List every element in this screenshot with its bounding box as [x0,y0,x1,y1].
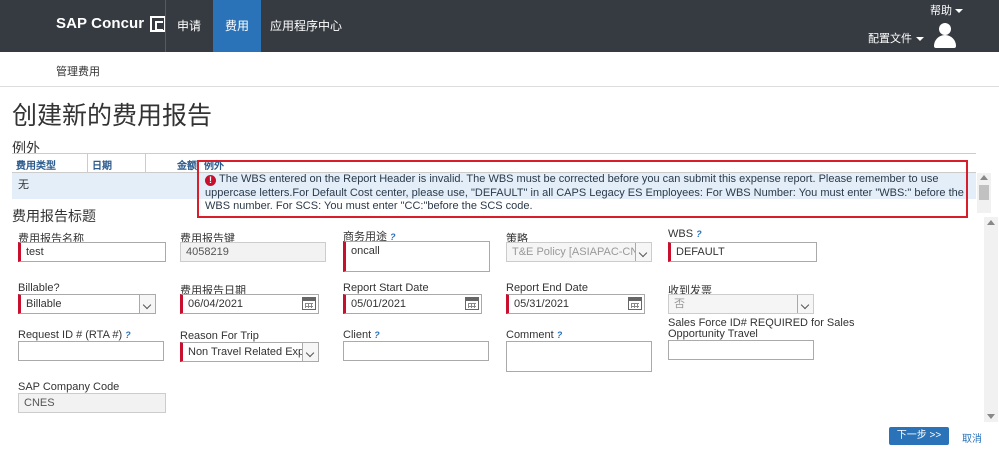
start-date-input[interactable]: 05/01/2021 [343,294,482,314]
help-icon[interactable]: ? [374,330,380,340]
billable-value: Billable [26,298,62,310]
receipt-value: 否 [674,298,685,310]
billable-select[interactable]: Billable [18,294,156,314]
sales-force-input[interactable] [668,340,814,360]
chevron-down-icon [797,295,813,313]
top-nav-bar: SAP Concur 申请 费用 应用程序中心 帮助 配置文件 [0,0,999,52]
comment-input[interactable] [506,341,652,372]
reason-label: Reason For Trip [180,330,259,342]
help-icon[interactable]: ? [125,330,131,340]
business-purpose-input[interactable]: oncall [343,241,490,272]
start-date-value: 05/01/2021 [351,298,407,310]
profile-menu[interactable]: 配置文件 [868,30,924,46]
chevron-down-icon [302,343,318,361]
form-scrollbar[interactable] [984,217,998,422]
comment-label: Comment? [506,329,562,341]
manage-expenses-link[interactable]: 管理费用 [56,63,100,79]
scroll-up-icon[interactable] [987,220,995,225]
sub-nav: 管理费用 [0,52,999,87]
report-name-input[interactable]: test [18,242,166,262]
receipt-select[interactable]: 否 [668,294,814,314]
highlight-box [197,160,968,218]
wbs-input[interactable]: DEFAULT [668,242,817,262]
user-avatar-icon[interactable] [933,23,957,49]
page-title: 创建新的费用报告 [12,102,213,130]
calendar-icon[interactable] [465,297,479,310]
col-amount[interactable]: 金额 [177,157,197,172]
scroll-down-icon[interactable] [987,414,995,419]
wbs-label: WBS? [668,228,702,240]
report-date-value: 06/04/2021 [188,298,244,310]
company-code-label: SAP Company Code [18,381,120,393]
brand-name: SAP Concur [56,15,145,32]
client-input[interactable] [343,341,489,361]
wbs-label-text: WBS [668,228,694,240]
reason-select[interactable]: Non Travel Related Expen [180,342,319,362]
scroll-up-icon[interactable] [980,175,988,180]
help-menu[interactable]: 帮助 [930,2,963,18]
end-date-input[interactable]: 05/31/2021 [506,294,645,314]
start-date-label: Report Start Date [343,282,429,294]
sap-concur-logo[interactable]: SAP Concur [56,15,167,32]
tab-requests[interactable]: 申请 [166,0,212,52]
col-date[interactable]: 日期 [92,157,112,172]
sales-force-label-line2: Opportunity Travel [668,328,758,340]
tab-app-center[interactable]: 应用程序中心 [262,0,350,52]
comment-label-text: Comment [506,329,554,341]
policy-value: T&E Policy [ASIAPAC-CN] [512,246,642,258]
help-icon[interactable]: ? [696,229,702,239]
reason-value: Non Travel Related Expen [188,346,317,358]
chevron-down-icon [139,295,155,313]
policy-select[interactable]: T&E Policy [ASIAPAC-CN] [506,242,652,262]
exceptions-scrollbar[interactable] [977,173,991,213]
col-divider [145,154,146,172]
col-divider [87,154,88,172]
scroll-thumb[interactable] [979,185,989,200]
end-date-value: 05/31/2021 [514,298,570,310]
client-label: Client? [343,329,380,341]
request-id-input[interactable] [18,341,164,361]
chevron-down-icon [635,243,651,261]
report-header-heading: 费用报告标题 [12,208,96,224]
next-button[interactable]: 下一步 >> [889,427,949,445]
concur-logo-icon [150,15,167,32]
cancel-link[interactable]: 取消 [962,430,982,445]
report-key-field: 4058219 [180,242,326,262]
client-label-text: Client [343,329,372,341]
request-id-label-text: Request ID # (RTA #) [18,329,123,341]
tab-expense[interactable]: 费用 [213,0,261,52]
calendar-icon[interactable] [302,297,316,310]
billable-label: Billable? [18,282,60,294]
calendar-icon[interactable] [628,297,642,310]
help-icon[interactable]: ? [557,330,563,340]
expense-type-value: 无 [18,179,29,191]
end-date-label: Report End Date [506,282,588,294]
report-date-input[interactable]: 06/04/2021 [180,294,319,314]
col-expense-type[interactable]: 费用类型 [16,157,56,172]
company-code-field: CNES [18,393,166,413]
request-id-label: Request ID # (RTA #)? [18,329,131,341]
